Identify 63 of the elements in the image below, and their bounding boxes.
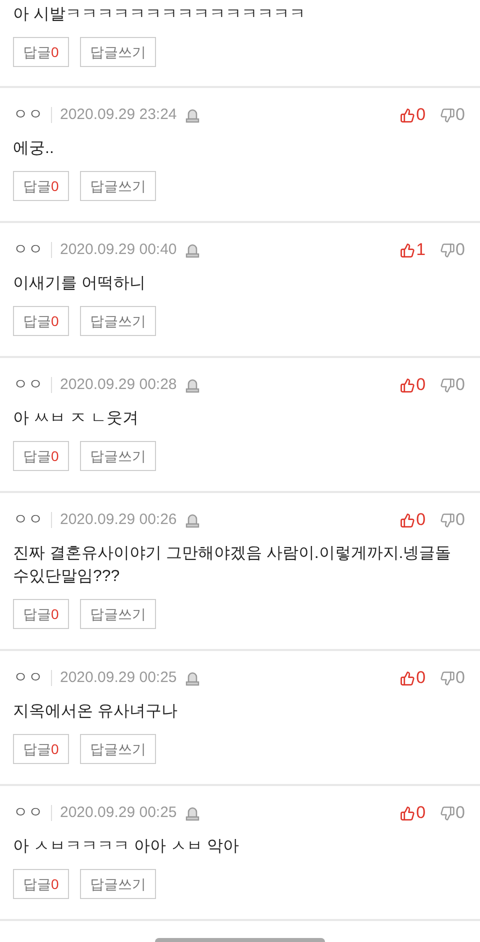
write-reply-button[interactable]: 답글쓰기 <box>80 441 156 471</box>
dislike-button[interactable]: 0 <box>440 507 465 533</box>
thumbs-up-icon <box>400 108 416 122</box>
comment-text: 지옥에서온 유사녀구나 <box>13 702 178 722</box>
comment-author: ㅇㅇ <box>13 374 43 395</box>
write-reply-button[interactable]: 답글쓰기 <box>80 734 156 764</box>
reply-count-button[interactable]: 답글0 <box>13 171 69 201</box>
comment-text: 아 시발ㅋㅋㅋㅋㅋㅋㅋㅋㅋㅋㅋㅋㅋㅋㅋ <box>13 5 306 25</box>
comment-author: ㅇㅇ <box>13 668 43 688</box>
siren-icon[interactable] <box>184 670 200 686</box>
comment-date: 2020.09.29 23:24 <box>60 104 177 125</box>
like-button[interactable]: 0 <box>400 665 426 691</box>
thumbs-down-icon <box>440 512 455 528</box>
comment-author: ㅇㅇ <box>13 104 43 125</box>
thumbs-up-icon <box>400 242 416 258</box>
write-reply-button[interactable]: 답글쓰기 <box>80 599 156 629</box>
siren-icon[interactable] <box>184 108 200 122</box>
comment-author: ㅇㅇ <box>13 240 43 260</box>
reply-count-button[interactable]: 답글0 <box>13 599 69 629</box>
like-button[interactable]: 0 <box>400 507 426 533</box>
reply-count-button[interactable]: 답글0 <box>13 306 69 336</box>
thumbs-up-icon <box>400 670 416 686</box>
comment-author: ㅇㅇ <box>13 510 43 530</box>
dislike-button[interactable]: 0 <box>440 372 465 398</box>
comment-text: 아 ㅅㅂㅋㅋㅋㅋ 아아 ㅅㅂ 악아 <box>13 837 240 857</box>
dislike-button[interactable]: 0 <box>440 102 465 128</box>
comment-text: 이새기를 어떡하니 <box>13 274 146 294</box>
write-reply-button[interactable]: 답글쓰기 <box>80 869 156 899</box>
thumbs-down-icon <box>440 806 455 820</box>
thumbs-down-icon <box>440 108 455 122</box>
write-reply-button[interactable]: 답글쓰기 <box>80 306 156 336</box>
siren-icon[interactable] <box>184 512 200 528</box>
comment-date: 2020.09.29 00:25 <box>60 802 177 823</box>
like-button[interactable]: 0 <box>400 800 426 826</box>
dislike-button[interactable]: 0 <box>440 800 465 826</box>
thumbs-up-icon <box>400 512 416 528</box>
comment-date: 2020.09.29 00:25 <box>60 668 177 688</box>
dislike-button[interactable]: 0 <box>440 665 465 691</box>
reply-count-button[interactable]: 답글0 <box>13 734 69 764</box>
like-button[interactable]: 1 <box>400 237 426 263</box>
siren-icon[interactable] <box>184 242 200 258</box>
reply-count-button[interactable]: 답글0 <box>13 441 69 471</box>
siren-icon[interactable] <box>184 806 200 820</box>
reply-count-button[interactable]: 답글0 <box>13 37 69 67</box>
comment-text: 아 ㅆㅂ ㅈ ㄴ웃겨 <box>13 409 140 429</box>
thumbs-down-icon <box>440 378 455 392</box>
comment-author: ㅇㅇ <box>13 802 43 823</box>
comment-date: 2020.09.29 00:40 <box>60 240 177 260</box>
siren-icon[interactable] <box>184 378 200 392</box>
dislike-button[interactable]: 0 <box>440 237 465 263</box>
comment-date: 2020.09.29 00:28 <box>60 374 177 395</box>
thumbs-up-icon <box>400 806 416 820</box>
comment-date: 2020.09.29 00:26 <box>60 510 177 530</box>
like-button[interactable]: 0 <box>400 102 426 128</box>
write-reply-button[interactable]: 답글쓰기 <box>80 171 156 201</box>
comment-text: 에궁.. <box>13 139 55 159</box>
thumbs-down-icon <box>440 670 455 686</box>
reply-count-button[interactable]: 답글0 <box>13 869 69 899</box>
like-button[interactable]: 0 <box>400 372 426 398</box>
comment-text: 진짜 결혼유사이야기 그만해야겠음 사람이.이렇게까지.넹글돌수있단말임??? <box>13 544 452 587</box>
thumbs-up-icon <box>400 378 416 392</box>
thumbs-down-icon <box>440 242 455 258</box>
write-reply-button[interactable]: 답글쓰기 <box>80 37 156 67</box>
